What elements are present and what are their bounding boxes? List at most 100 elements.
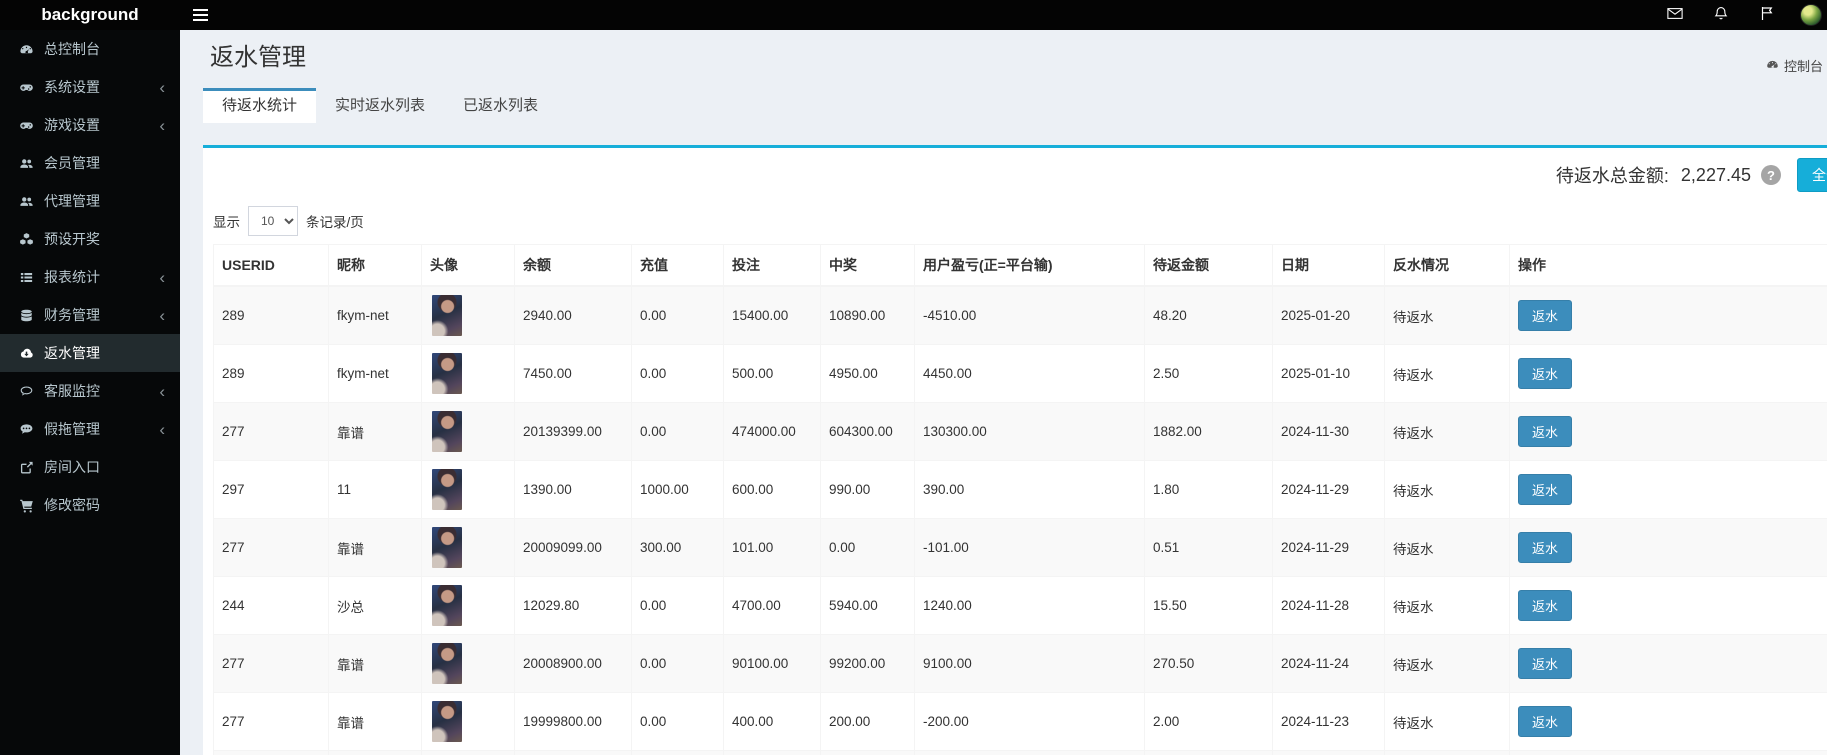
topbar-right	[1652, 0, 1827, 30]
cell-action: 返水	[1510, 635, 1827, 693]
column-header: 待返金额	[1145, 245, 1273, 287]
cell-userid: 277	[214, 519, 329, 577]
pending-total-value: 2,227.45	[1681, 165, 1751, 186]
cell-avatar	[422, 461, 515, 519]
sidebar-item[interactable]: 财务管理‹	[0, 296, 180, 334]
page-size-suffix: 条记录/页	[306, 211, 364, 231]
rebate-button[interactable]: 返水	[1518, 590, 1572, 621]
cell-rebate-amount: 2.00	[1145, 693, 1273, 751]
sidebar-item[interactable]: 返水管理	[0, 334, 180, 372]
user-avatar[interactable]	[1800, 4, 1822, 26]
sidebar-item-label: 代理管理	[44, 191, 100, 211]
cell-balance: 1390.00	[515, 461, 632, 519]
rebate-button[interactable]: 返水	[1518, 300, 1572, 331]
cell-userid: 275	[214, 751, 329, 755]
messages-button[interactable]	[1652, 0, 1698, 30]
cell-action: 返水	[1510, 693, 1827, 751]
cell-profit: 9100.00	[915, 635, 1145, 693]
cell-deposit: 0.00	[632, 635, 724, 693]
main-content: 返水管理 控制台 待返水统计实时返水列表 已返水列表 待返水总金额: 2,227.…	[180, 30, 1827, 755]
table-row: 277靠谱20008900.000.0090100.0099200.009100…	[214, 635, 1827, 693]
sidebar-item[interactable]: 客服监控‹	[0, 372, 180, 410]
sidebar-item-label: 房间入口	[44, 457, 100, 477]
cell-nickname: 11	[329, 461, 422, 519]
column-header: 日期	[1273, 245, 1385, 287]
sidebar-item[interactable]: 游戏设置‹	[0, 106, 180, 144]
rebate-button[interactable]: 返水	[1518, 474, 1572, 505]
breadcrumb[interactable]: 控制台	[1766, 56, 1823, 75]
table-row: 277靠谱19999800.000.00400.00200.00-200.002…	[214, 693, 1827, 751]
tab[interactable]: 待返水统计	[203, 88, 316, 123]
table-row: 277靠谱20139399.000.00474000.00604300.0013…	[214, 403, 1827, 461]
cell-action: 返水	[1510, 403, 1827, 461]
cell-deposit: 300.00	[632, 519, 724, 577]
cell-avatar	[422, 577, 515, 635]
cell-profit: -4510.00	[915, 286, 1145, 345]
table-row: 277靠谱20009099.00300.00101.000.00-101.000…	[214, 519, 1827, 577]
chevron-left-icon: ‹	[159, 421, 165, 438]
sidebar-item[interactable]: 系统设置‹	[0, 68, 180, 106]
sidebar-item[interactable]: 会员管理	[0, 144, 180, 182]
sidebar-item[interactable]: 代理管理	[0, 182, 180, 220]
rebate-button[interactable]: 返水	[1518, 648, 1572, 679]
cloud-download-icon	[16, 346, 37, 361]
external-link-icon	[16, 460, 37, 475]
cell-action: 返水	[1510, 461, 1827, 519]
cell-profit: 1240.00	[915, 577, 1145, 635]
rebate-button[interactable]: 返水	[1518, 416, 1572, 447]
sidebar-item[interactable]: 报表统计‹	[0, 258, 180, 296]
cell-bet: 600.00	[724, 461, 821, 519]
page-title: 返水管理	[210, 44, 1823, 72]
cubes-icon	[16, 232, 37, 247]
sidebar-item[interactable]: 假拖管理‹	[0, 410, 180, 448]
cell-profit: 130300.00	[915, 403, 1145, 461]
cell-userid: 277	[214, 403, 329, 461]
sidebar-item[interactable]: 房间入口	[0, 448, 180, 486]
cell-status: 待返水	[1385, 751, 1510, 755]
tab[interactable]: 已返水列表	[444, 88, 557, 123]
cell-avatar	[422, 403, 515, 461]
sidebar-item[interactable]: 修改密码	[0, 486, 180, 524]
rebate-button[interactable]: 返水	[1518, 532, 1572, 563]
cell-win: 0.00	[821, 751, 915, 755]
cell-profit: -200.00	[915, 693, 1145, 751]
rebate-all-button[interactable]: 全部返水	[1797, 158, 1827, 192]
cell-action: 返水	[1510, 345, 1827, 403]
column-header: 投注	[724, 245, 821, 287]
page-size-select[interactable]: 10	[248, 206, 298, 236]
question-icon[interactable]: ?	[1761, 165, 1781, 185]
cell-nickname: 靠谱	[329, 519, 422, 577]
dashboard-icon	[16, 42, 37, 57]
cell-win: 990.00	[821, 461, 915, 519]
sidebar-item[interactable]: 总控制台	[0, 30, 180, 68]
hamburger-icon	[193, 14, 208, 16]
cell-win: 99200.00	[821, 635, 915, 693]
rebate-button[interactable]: 返水	[1518, 358, 1572, 389]
pending-total-label: 待返水总金额:	[1556, 162, 1669, 188]
tab-label: 已返水列表	[463, 97, 538, 114]
chevron-left-icon: ‹	[159, 79, 165, 96]
cell-action: 返水	[1510, 577, 1827, 635]
cell-bet: 888.00	[724, 751, 821, 755]
cell-avatar	[422, 345, 515, 403]
user-photo	[432, 643, 462, 684]
cell-win: 200.00	[821, 693, 915, 751]
cell-bet: 101.00	[724, 519, 821, 577]
app-logo[interactable]: background	[0, 5, 180, 25]
sidebar: 总控制台系统设置‹游戏设置‹会员管理代理管理预设开奖报表统计‹财务管理‹ 返水管理…	[0, 30, 180, 755]
chevron-left-icon: ‹	[159, 383, 165, 400]
tab[interactable]: 实时返水列表	[316, 88, 444, 123]
notifications-button[interactable]	[1698, 0, 1744, 30]
cell-userid: 244	[214, 577, 329, 635]
rebate-button[interactable]: 返水	[1518, 706, 1572, 737]
cell-deposit: 0.00	[632, 345, 724, 403]
sidebar-item[interactable]: 预设开奖	[0, 220, 180, 258]
sidebar-item-label: 返水管理	[44, 343, 100, 363]
sidebar-toggle-button[interactable]	[180, 0, 221, 30]
cell-avatar	[422, 286, 515, 345]
tasks-button[interactable]	[1744, 0, 1790, 30]
cell-win: 10890.00	[821, 286, 915, 345]
database-icon	[16, 308, 37, 323]
cell-win: 5940.00	[821, 577, 915, 635]
cell-userid: 289	[214, 345, 329, 403]
